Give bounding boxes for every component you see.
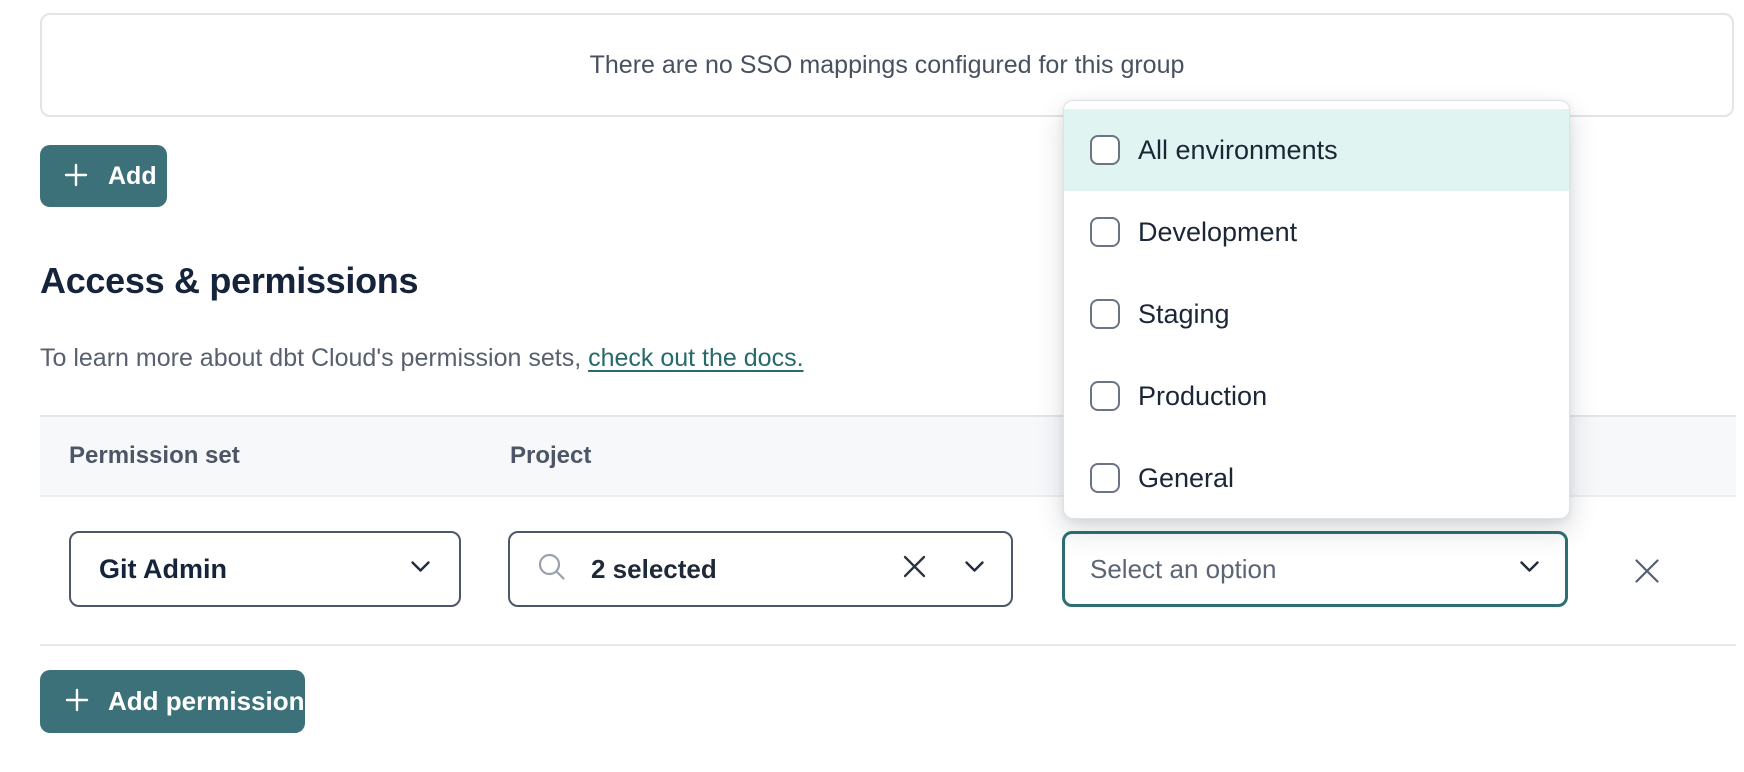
row-divider [40,644,1736,646]
docs-link[interactable]: check out the docs. [588,344,803,372]
checkbox[interactable] [1090,217,1120,247]
add-button-label: Add [108,162,157,191]
checkbox[interactable] [1090,381,1120,411]
description-text: To learn more about dbt Cloud's permissi… [40,344,588,372]
page-title: Access & permissions [40,260,418,302]
option-label: General [1138,463,1234,494]
plus-icon [64,687,90,716]
option-label: Development [1138,217,1297,248]
environment-dropdown-menu: All environments Development Staging Pro… [1063,100,1570,519]
column-header-project: Project [510,417,591,495]
add-permission-button[interactable]: Add permission [40,670,305,733]
project-selected-count: 2 selected [591,554,901,585]
x-clear-icon[interactable] [901,553,928,585]
plus-icon [63,162,89,191]
option-label: Staging [1138,299,1230,330]
group-settings-page: There are no SSO mappings configured for… [0,0,1744,772]
column-header-permission-set: Permission set [69,417,240,495]
environment-select[interactable]: Select an option [1062,531,1568,607]
permission-set-select[interactable]: Git Admin [69,531,461,607]
x-remove-icon[interactable] [1634,558,1660,584]
chevron-down-icon [1519,560,1540,578]
checkbox[interactable] [1090,135,1120,165]
dropdown-option[interactable]: Development [1064,191,1569,273]
option-label: All environments [1138,135,1338,166]
project-multiselect[interactable]: 2 selected [508,531,1013,607]
add-sso-mapping-button[interactable]: Add [40,145,167,207]
environment-select-placeholder: Select an option [1090,554,1276,585]
dropdown-option[interactable]: Production [1064,355,1569,437]
checkbox[interactable] [1090,463,1120,493]
option-label: Production [1138,381,1267,412]
permission-set-value: Git Admin [99,554,227,585]
dropdown-option[interactable]: Staging [1064,273,1569,355]
dropdown-option[interactable]: General [1064,437,1569,519]
permissions-description: To learn more about dbt Cloud's permissi… [40,344,804,373]
add-permission-label: Add permission [108,686,304,717]
chevron-down-icon [964,560,985,578]
chevron-down-icon [410,560,431,578]
search-icon [536,551,567,587]
checkbox[interactable] [1090,299,1120,329]
sso-empty-message: There are no SSO mappings configured for… [590,51,1185,80]
dropdown-option[interactable]: All environments [1064,109,1569,191]
